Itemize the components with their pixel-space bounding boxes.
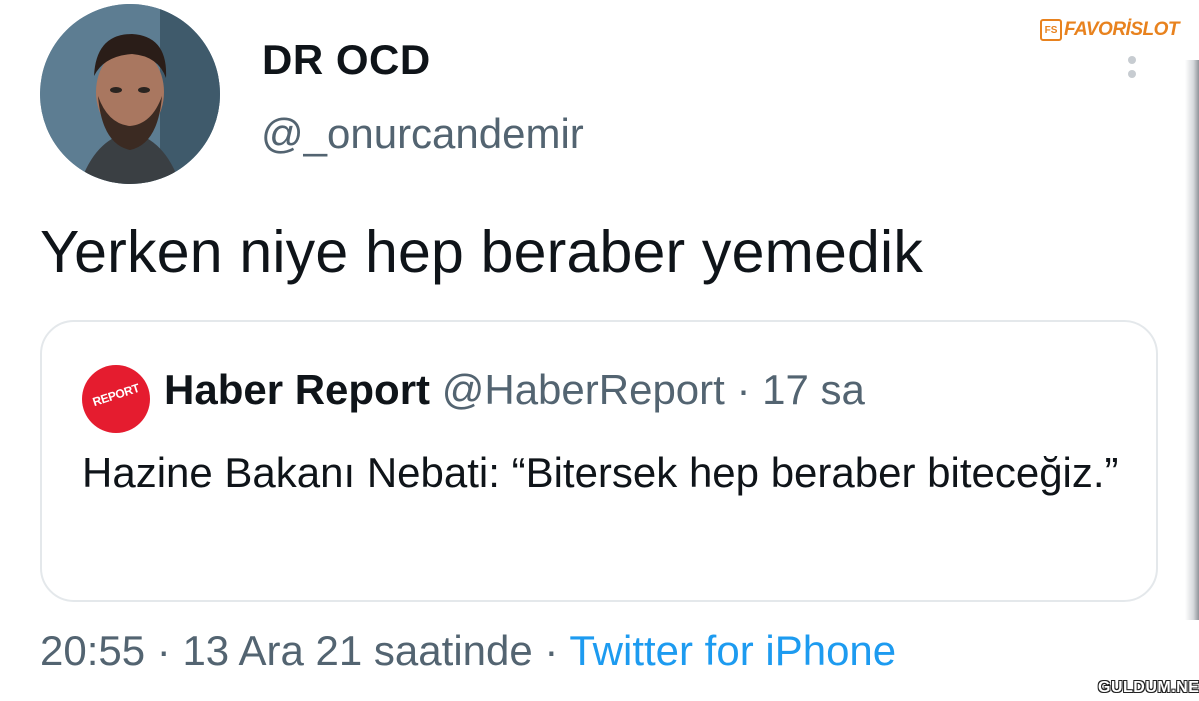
author-display-name[interactable]: DR OCD — [262, 36, 431, 84]
tweet-time[interactable]: 20:55 — [40, 627, 145, 674]
separator-dot: · — [736, 366, 751, 413]
tweet-screenshot: DR OCD @_onurcandemir FS FAVORİSLOT Yerk… — [0, 0, 1199, 701]
profile-photo-icon — [40, 4, 220, 184]
tweet-date[interactable]: 13 Ara 21 saatinde — [182, 627, 532, 674]
guldum-watermark: GULDUM.NET — [1098, 679, 1199, 696]
favorislot-watermark: FS FAVORİSLOT — [1040, 17, 1179, 43]
quoted-tweet-header: Haber Report @HaberReport · 17 sa — [164, 366, 865, 414]
quoted-author-name[interactable]: Haber Report — [164, 366, 430, 413]
more-options-icon[interactable] — [1120, 50, 1144, 90]
watermark-text: FAVORİSLOT — [1064, 19, 1179, 40]
tweet-text: Yerken niye hep beraber yemedik — [40, 219, 924, 285]
tweet-meta: 20:55 · 13 Ara 21 saatinde · Twitter for… — [40, 627, 896, 675]
quoted-author-handle: @HaberReport — [441, 366, 725, 413]
author-handle[interactable]: @_onurcandemir — [261, 110, 584, 158]
haber-report-logo-icon: REPORT — [90, 380, 142, 410]
separator-dot: · — [156, 627, 171, 674]
quoted-tweet-card[interactable]: REPORT Haber Report @HaberReport · 17 sa… — [40, 320, 1158, 602]
scrollbar-edge — [1185, 60, 1199, 620]
watermark-box-logo: FS — [1040, 19, 1062, 41]
quoted-author-avatar[interactable]: REPORT — [82, 365, 150, 433]
separator-dot: · — [544, 627, 559, 674]
tweet-source-link[interactable]: Twitter for iPhone — [569, 627, 896, 674]
quoted-tweet-text: Hazine Bakanı Nebati: “Bitersek hep bera… — [82, 449, 1119, 496]
quoted-tweet-time[interactable]: 17 sa — [762, 366, 865, 413]
author-avatar[interactable] — [40, 4, 220, 184]
